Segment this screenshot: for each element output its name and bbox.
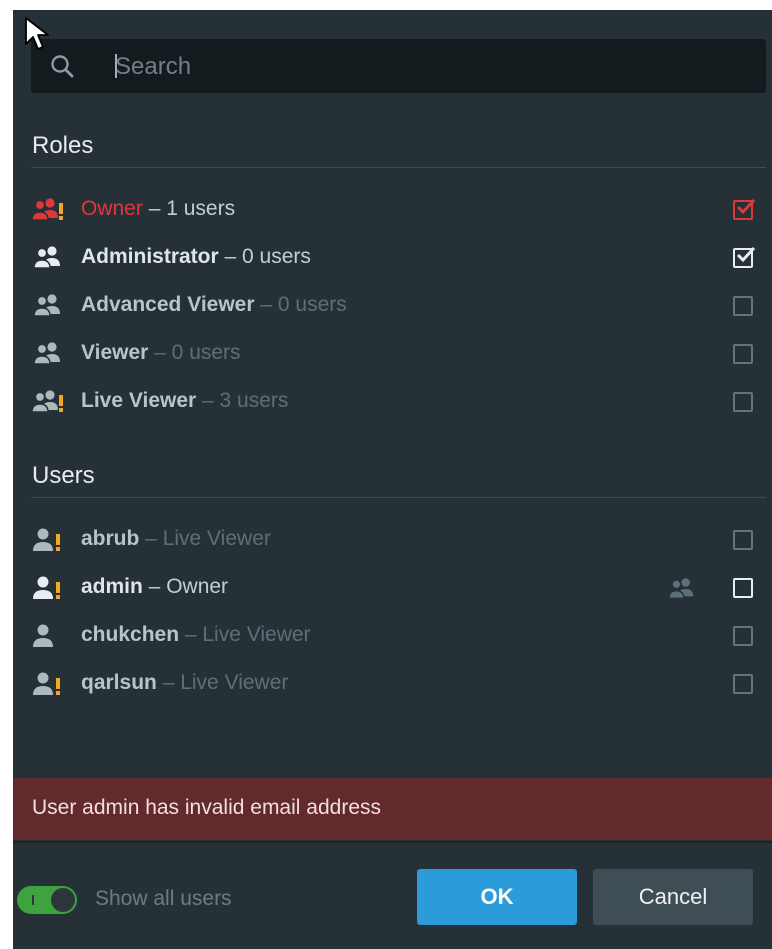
- user-name: admin: [81, 575, 143, 598]
- user-role: – Live Viewer: [156, 671, 289, 694]
- role-row-administrator[interactable]: Administrator – 0 users: [31, 238, 766, 278]
- role-checkbox[interactable]: [733, 246, 755, 268]
- role-row-advanced-viewer[interactable]: Advanced Viewer – 0 users: [31, 286, 766, 326]
- user-role: – Live Viewer: [139, 527, 271, 550]
- footer-divider: [13, 841, 772, 843]
- role-row-owner[interactable]: Owner – 1 users: [31, 190, 766, 230]
- role-user-count: – 0 users: [254, 293, 347, 316]
- role-user-picker-dialog: Search Roles Owner – 1 users Administrat…: [13, 10, 772, 949]
- role-name: Owner: [81, 197, 143, 220]
- search-icon: [49, 53, 75, 84]
- user-icon: [31, 622, 65, 650]
- roles-section-title: Roles: [32, 132, 94, 159]
- role-user-count: – 1 users: [142, 197, 236, 220]
- group-icon: [31, 292, 65, 320]
- cancel-button[interactable]: Cancel: [593, 869, 753, 925]
- role-checkbox[interactable]: [733, 296, 753, 316]
- role-name: Advanced Viewer: [81, 293, 255, 316]
- group-icon: [665, 576, 699, 607]
- users-divider: [31, 497, 766, 498]
- users-section-title: Users: [32, 462, 95, 489]
- group-warning-icon: [31, 388, 65, 416]
- user-row-qarlsun[interactable]: qarlsun – Live Viewer: [31, 664, 766, 704]
- user-checkbox[interactable]: [733, 626, 753, 646]
- user-name: abrub: [81, 527, 140, 550]
- user-warning-icon: [31, 526, 65, 554]
- user-warning-icon: [31, 670, 65, 698]
- user-role: – Owner: [142, 575, 229, 598]
- role-name: Live Viewer: [81, 389, 197, 412]
- user-role: – Live Viewer: [179, 623, 311, 646]
- role-row-viewer[interactable]: Viewer – 0 users: [31, 334, 766, 374]
- error-message: User admin has invalid email address: [32, 796, 381, 819]
- role-name: Administrator: [81, 245, 219, 268]
- user-warning-icon: [31, 574, 65, 602]
- group-icon: [31, 244, 65, 272]
- role-name: Viewer: [81, 341, 149, 364]
- group-warning-icon: [31, 196, 65, 224]
- user-checkbox[interactable]: [733, 530, 753, 550]
- role-checkbox[interactable]: [733, 392, 753, 412]
- role-user-count: – 0 users: [218, 245, 311, 268]
- mouse-pointer-icon: [24, 16, 52, 57]
- role-user-count: – 0 users: [148, 341, 241, 364]
- show-all-users-toggle[interactable]: [17, 886, 77, 914]
- user-checkbox[interactable]: [733, 578, 753, 598]
- ok-button[interactable]: OK: [417, 869, 577, 925]
- user-row-abrub[interactable]: abrub – Live Viewer: [31, 520, 766, 560]
- user-name: qarlsun: [81, 671, 157, 694]
- search-placeholder: Search: [115, 53, 192, 80]
- search-field[interactable]: Search: [31, 39, 766, 93]
- user-row-chukchen[interactable]: chukchen – Live Viewer: [31, 616, 766, 656]
- toggle-on-mark: [32, 895, 34, 905]
- toggle-knob: [51, 888, 75, 912]
- role-user-count: – 3 users: [196, 389, 289, 412]
- role-row-live-viewer[interactable]: Live Viewer – 3 users: [31, 382, 766, 422]
- roles-divider: [31, 167, 766, 168]
- show-all-users-label: Show all users: [95, 887, 232, 910]
- user-row-admin[interactable]: admin – Owner: [31, 568, 766, 608]
- user-name: chukchen: [81, 623, 180, 646]
- role-checkbox[interactable]: [733, 344, 753, 364]
- group-icon: [31, 340, 65, 368]
- error-banner: User admin has invalid email address: [13, 778, 772, 840]
- role-checkbox[interactable]: [733, 198, 755, 220]
- user-checkbox[interactable]: [733, 674, 753, 694]
